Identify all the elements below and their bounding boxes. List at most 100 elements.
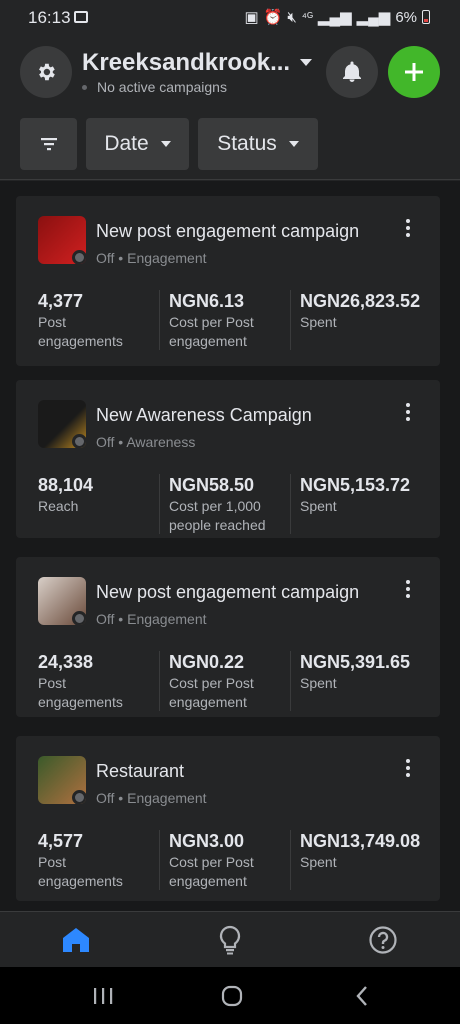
- more-options-button[interactable]: [398, 577, 418, 601]
- metric-spent: NGN13,749.08 Spent: [300, 830, 428, 872]
- status-dot-icon: [82, 84, 87, 90]
- gallery-notification-icon: [74, 11, 88, 23]
- metric-label: Post engagements: [38, 854, 123, 889]
- divider: [290, 474, 291, 534]
- campaign-objective: Engagement: [127, 250, 207, 266]
- more-options-button[interactable]: [398, 216, 418, 240]
- account-dropdown-icon[interactable]: [300, 59, 312, 66]
- campaign-card[interactable]: New Awareness Campaign Off • Awareness 8…: [16, 380, 440, 538]
- settings-button[interactable]: [20, 46, 72, 98]
- date-filter[interactable]: Date: [86, 118, 189, 170]
- campaign-list: New post engagement campaign Off • Engag…: [0, 181, 460, 911]
- metric-cost: NGN6.13 Cost per Post engagement: [169, 290, 281, 351]
- campaign-card[interactable]: Restaurant Off • Engagement 4,577 Post e…: [16, 736, 440, 901]
- battery-percent: 6%: [395, 8, 417, 26]
- back-icon: [356, 986, 367, 1006]
- header: Kreeksandkrook... No active campaigns Da…: [0, 34, 460, 180]
- metric-cost: NGN3.00 Cost per Post engagement: [169, 830, 281, 891]
- campaign-objective: Engagement: [127, 611, 207, 627]
- date-filter-label: Date: [104, 132, 149, 155]
- metric-label: Cost per Post engagement: [169, 314, 254, 349]
- metric-spent: NGN26,823.52 Spent: [300, 290, 428, 332]
- system-nav-bar: [0, 967, 460, 1024]
- recent-apps-button[interactable]: [88, 981, 118, 1011]
- metric-results: 4,577 Post engagements: [38, 830, 152, 891]
- lock-icon: ▣: [244, 9, 259, 26]
- campaign-status: Off: [96, 434, 115, 450]
- home-system-button[interactable]: [217, 981, 247, 1011]
- lightbulb-icon: [219, 925, 241, 955]
- metric-label: Spent: [300, 314, 337, 330]
- battery-icon: [422, 10, 430, 24]
- signal-icon: ▂▄▆: [317, 9, 352, 26]
- metric-value: NGN6.13: [169, 291, 245, 311]
- metric-spent: NGN5,153.72 Spent: [300, 474, 428, 516]
- status-indicator: [72, 790, 86, 804]
- filter-icon: [40, 138, 57, 151]
- status-filter[interactable]: Status: [198, 118, 318, 170]
- more-vertical-icon: [406, 580, 410, 584]
- more-vertical-icon: [406, 759, 410, 763]
- campaign-objective: Engagement: [127, 790, 207, 806]
- metric-value: NGN58.50: [169, 475, 255, 495]
- filter-button[interactable]: [20, 118, 77, 170]
- nav-help[interactable]: [363, 920, 403, 960]
- campaign-status: Off: [96, 250, 115, 266]
- status-filter-label: Status: [217, 132, 277, 155]
- metric-value: 4,577: [38, 831, 84, 851]
- divider: [159, 830, 160, 890]
- metric-label: Spent: [300, 498, 337, 514]
- campaign-title: Restaurant: [96, 761, 185, 781]
- metric-value: NGN26,823.52: [300, 291, 421, 311]
- status-indicator: [72, 250, 86, 264]
- metric-value: 88,104: [38, 475, 94, 495]
- campaign-thumbnail: [38, 756, 86, 804]
- chevron-down-icon: [288, 141, 299, 147]
- metric-results: 88,104 Reach: [38, 474, 152, 516]
- metric-cost: NGN58.50 Cost per 1,000 people reached: [169, 474, 281, 535]
- account-name[interactable]: Kreeksandkrook...: [82, 49, 290, 77]
- metric-spent: NGN5,391.65 Spent: [300, 651, 428, 693]
- metric-results: 24,338 Post engagements: [38, 651, 152, 712]
- status-indicator: [72, 611, 86, 625]
- status-bar: 16:13 ▣ ⏰ 🔇︎ ⁴ᴳ ▂▄▆ ▂▄▆ 6%: [0, 0, 460, 34]
- help-icon: [369, 926, 397, 954]
- account-status: No active campaigns: [82, 79, 227, 95]
- metric-value: 4,377: [38, 291, 84, 311]
- metric-value: NGN5,153.72: [300, 475, 411, 495]
- metric-cost: NGN0.22 Cost per Post engagement: [169, 651, 281, 712]
- mute-icon: 🔇︎: [287, 8, 297, 26]
- campaign-status: Off: [96, 611, 115, 627]
- metric-label: Cost per Post engagement: [169, 675, 254, 710]
- clock: 16:13: [28, 8, 71, 27]
- campaign-thumbnail: [38, 216, 86, 264]
- divider: [159, 290, 160, 350]
- campaign-thumbnail: [38, 400, 86, 448]
- home-icon: [63, 928, 89, 952]
- campaign-title: New Awareness Campaign: [96, 405, 312, 425]
- bottom-nav: [0, 911, 460, 967]
- campaign-subtitle: Off • Awareness: [96, 434, 196, 450]
- metric-label: Spent: [300, 854, 337, 870]
- divider: [290, 830, 291, 890]
- campaign-status: Off: [96, 790, 115, 806]
- metric-label: Spent: [300, 675, 337, 691]
- back-button[interactable]: [347, 981, 377, 1011]
- more-vertical-icon: [406, 219, 410, 223]
- campaign-subtitle: Off • Engagement: [96, 250, 207, 266]
- account-status-text: No active campaigns: [97, 79, 227, 95]
- more-options-button[interactable]: [398, 756, 418, 780]
- nav-home[interactable]: [56, 920, 96, 960]
- network-4g-icon: ⁴ᴳ: [301, 10, 313, 24]
- campaign-card[interactable]: New post engagement campaign Off • Engag…: [16, 196, 440, 366]
- nav-insights[interactable]: [210, 920, 250, 960]
- campaign-card[interactable]: New post engagement campaign Off • Engag…: [16, 557, 440, 717]
- metric-label: Post engagements: [38, 675, 123, 710]
- more-options-button[interactable]: [398, 400, 418, 424]
- create-campaign-button[interactable]: [388, 46, 440, 98]
- divider: [159, 474, 160, 534]
- gear-icon: [39, 63, 55, 81]
- divider: [290, 290, 291, 350]
- alarm-icon: ⏰: [263, 9, 283, 26]
- notifications-button[interactable]: [326, 46, 378, 98]
